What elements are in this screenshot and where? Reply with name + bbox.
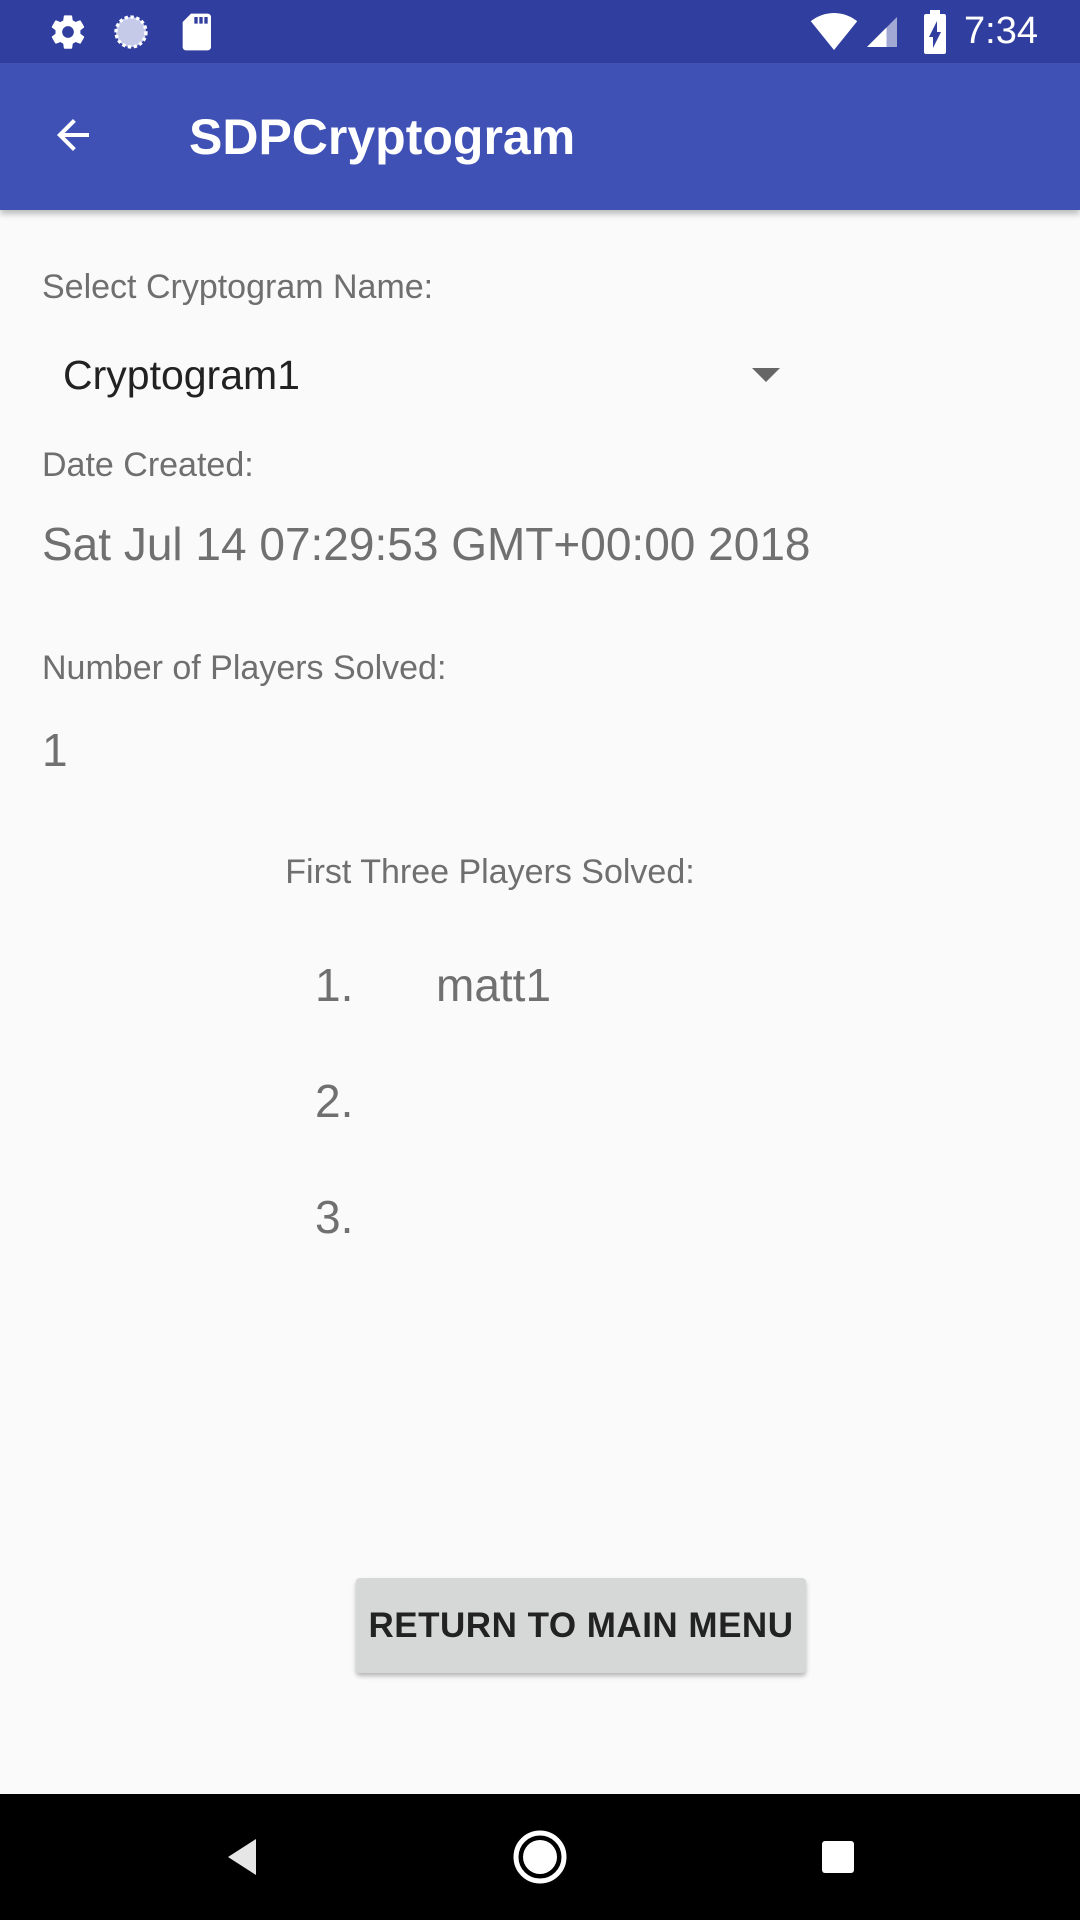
- return-to-main-menu-button[interactable]: RETURN TO MAIN MENU: [356, 1578, 806, 1673]
- first-three-label: First Three Players Solved:: [285, 853, 695, 891]
- back-button[interactable]: [30, 94, 116, 180]
- settings-icon: [46, 0, 90, 63]
- recents-square-icon[interactable]: [798, 1817, 878, 1897]
- date-created-value: Sat Jul 14 07:29:53 GMT+00:00 2018: [42, 518, 811, 570]
- app-title: SDPCryptogram: [189, 108, 576, 165]
- cryptogram-spinner[interactable]: Cryptogram1: [42, 335, 802, 415]
- rank-number-3: 3.: [315, 1191, 354, 1243]
- back-triangle-icon[interactable]: [202, 1817, 282, 1897]
- rank-number-1: 1.: [315, 959, 354, 1011]
- rank-number-2: 2.: [315, 1075, 354, 1127]
- sd-card-icon: [176, 0, 216, 63]
- select-cryptogram-label: Select Cryptogram Name:: [42, 268, 434, 306]
- players-solved-value: 1: [42, 724, 68, 776]
- home-circle-icon[interactable]: [500, 1817, 580, 1897]
- app-bar: SDPCryptogram: [0, 63, 1080, 210]
- status-time: 7:34: [964, 10, 1038, 52]
- status-bar: 7:34: [0, 0, 1080, 63]
- spinner-selected-value: Cryptogram1: [63, 351, 300, 398]
- screen: 7:34 SDPCryptogram Select Cryptogram Nam…: [0, 0, 1080, 1920]
- rank-name-1: matt1: [436, 959, 552, 1011]
- dropdown-arrow-icon: [752, 368, 780, 382]
- date-created-label: Date Created:: [42, 446, 254, 484]
- sync-icon: [108, 0, 154, 63]
- navigation-bar: [0, 1794, 1080, 1920]
- arrow-back-icon: [49, 111, 97, 164]
- wifi-icon: [808, 0, 860, 63]
- signal-icon: [862, 0, 902, 63]
- players-solved-label: Number of Players Solved:: [42, 649, 447, 687]
- battery-charging-icon: [918, 0, 952, 63]
